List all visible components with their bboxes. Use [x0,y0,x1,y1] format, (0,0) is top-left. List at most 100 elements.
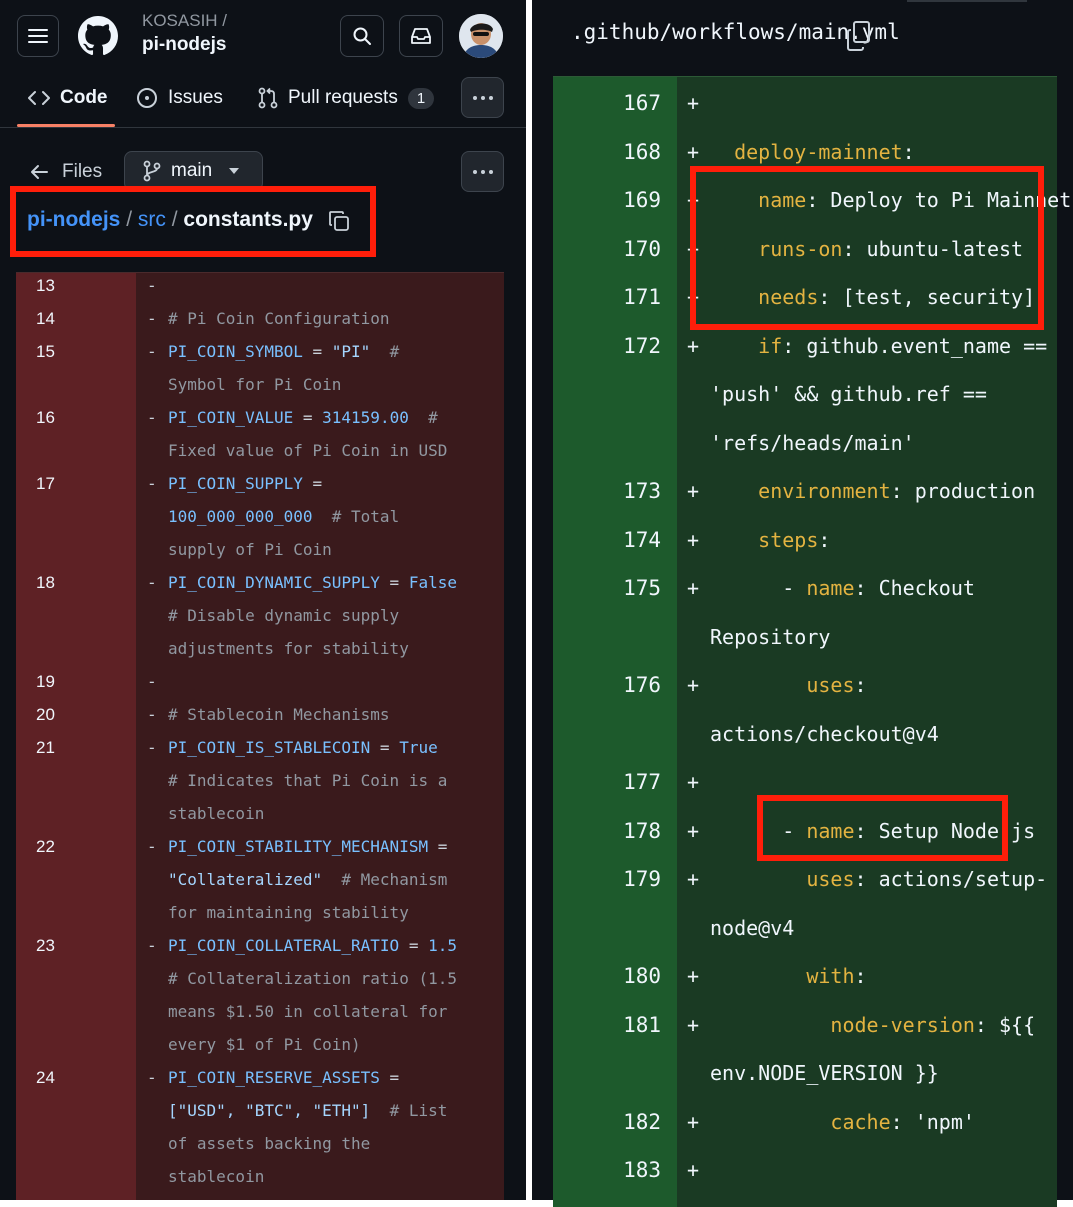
diff-marker: - [147,309,157,328]
avatar[interactable] [459,14,503,58]
code-text: PI_COIN_RESERVE_ASSETS = ["USD", "BTC", "… [168,1061,488,1193]
line-number[interactable]: 170 [553,225,661,274]
code-token: : [902,139,915,164]
line-number[interactable]: 23 [36,929,55,962]
code-text: PI_COIN_SYMBOL = "PI" # Symbol for Pi Coi… [168,335,488,401]
tab-code[interactable]: Code [28,84,108,112]
code-token: cache [830,1109,891,1134]
line-number[interactable]: 18 [36,566,55,599]
line-number[interactable]: 174 [553,516,661,565]
line-number[interactable]: 176 [553,661,661,710]
line-number[interactable]: 24 [36,1061,55,1094]
diff-marker: + [687,1012,700,1037]
code-token: if [758,333,783,358]
tab-pull-requests[interactable]: Pull requests 1 [258,84,435,112]
header-divider [0,127,526,128]
line-number[interactable]: 16 [36,401,55,434]
code-token: PI_COIN_STABILITY_MECHANISM [168,837,429,856]
line-number[interactable]: 173 [553,467,661,516]
code-token: True [399,738,438,757]
diff-marker: + [687,1109,700,1134]
branch-selector[interactable]: main [124,151,263,191]
left-panel-mobile-file-view: KOSASIH / pi-nodejs Code Issues Pull req… [0,0,526,1200]
code-token: "PI" [331,342,371,361]
diff-marker: + [687,770,700,794]
top-bar-strip [907,0,1027,2]
line-number[interactable]: 180 [553,952,661,1001]
git-pull-request-icon [258,87,278,109]
highlight-box-breadcrumb [10,186,376,257]
code-token: Repository [710,624,831,649]
code-token: : Checkout [854,576,975,600]
search-button[interactable] [340,15,384,57]
diff-marker: - [147,276,157,295]
copy-icon [847,21,870,51]
code-icon [28,91,50,105]
line-number[interactable]: 21 [36,731,55,764]
code-token: : actions/setup- [854,867,1048,891]
code-token: : [854,673,867,697]
line-number[interactable]: 171 [553,273,661,322]
inbox-button[interactable] [399,15,443,57]
line-number[interactable]: 168 [553,128,661,177]
more-options-button[interactable] [461,77,504,118]
pull-requests-count-badge: 1 [407,87,435,109]
code-token: node-version [830,1012,975,1037]
github-logo-icon[interactable] [78,16,118,56]
code-token: env.NODE_VERSION }} [710,1061,939,1085]
diff-marker: + [687,673,700,697]
line-number[interactable]: 169 [553,176,661,225]
line-number[interactable]: 20 [36,698,55,731]
code-text: environment: production [710,467,1050,516]
line-number[interactable]: 167 [553,79,661,128]
code-text: PI_COIN_IS_STABLECOIN = True # Indicates … [168,731,488,830]
diff-marker: - [147,672,157,691]
tab-code-label: Code [60,87,108,108]
tab-issues-label: Issues [168,87,223,108]
menu-button[interactable] [17,15,59,57]
file-options-button[interactable] [461,151,504,192]
repo-name[interactable]: pi-nodejs [142,34,226,56]
line-number[interactable]: 182 [553,1098,661,1147]
back-to-files-button[interactable]: Files [30,160,102,184]
line-number[interactable]: 22 [36,830,55,863]
line-number[interactable]: 15 [36,335,55,368]
code-token: # List [370,1101,448,1120]
line-number[interactable]: 14 [36,302,55,335]
line-number[interactable]: 181 [553,1001,661,1050]
line-number-gutter [16,273,136,1200]
code-token: "Collateralized" [168,870,323,889]
code-token: means $1.50 in collateral for [168,1002,448,1021]
line-number[interactable]: 172 [553,322,661,371]
code-token: = [302,342,332,361]
diff-marker: + [687,867,700,891]
line-number[interactable]: 177 [553,758,661,807]
hamburger-icon [28,29,48,43]
code-token: : ${{ [974,1012,1036,1037]
repo-owner[interactable]: KOSASIH / [142,11,227,31]
line-number[interactable]: 179 [553,855,661,904]
tab-issues[interactable]: Issues [136,84,223,112]
line-number[interactable]: 19 [36,665,55,698]
branch-name: main [171,160,213,181]
line-number[interactable]: 13 [36,269,55,302]
line-number[interactable]: 183 [553,1146,661,1195]
code-token: = [399,936,429,955]
line-number[interactable]: 17 [36,467,55,500]
code-text: node-version: ${{ env.NODE_VERSION }} [710,1001,1050,1098]
code-text: - name: Checkout Repository [710,564,1050,661]
line-number[interactable]: 175 [553,564,661,613]
code-token: : github.event_name == [782,333,1048,358]
code-text: PI_COIN_VALUE = 314159.00 # Fixed value o… [168,401,488,467]
code-token: : [854,964,867,988]
code-token: PI_COIN_VALUE [168,408,294,427]
copy-file-path-button[interactable] [846,20,872,52]
line-number[interactable]: 178 [553,807,661,856]
code-token: 314159.00 [322,408,409,427]
